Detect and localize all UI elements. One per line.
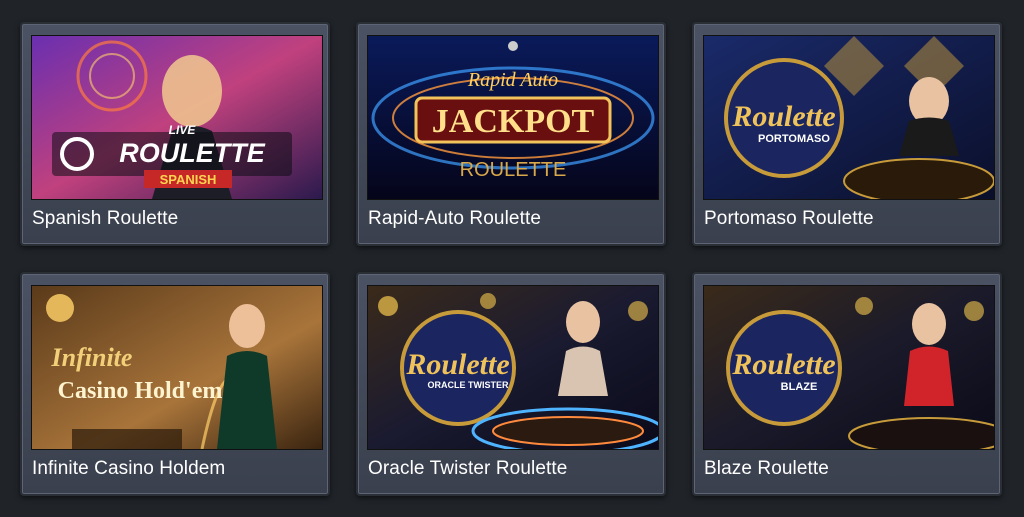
spanish-roulette-artwork: LIVE ROULETTE SPANISH xyxy=(32,36,322,199)
portomaso-roulette-artwork: Roulette PORTOMASO xyxy=(704,36,994,199)
art-line-1: Roulette xyxy=(731,348,835,381)
art-line-2: PORTOMASO xyxy=(758,133,830,145)
game-title[interactable]: Infinite Casino Holdem xyxy=(32,458,225,480)
blaze-roulette-artwork: Roulette BLAZE xyxy=(704,286,994,449)
game-thumbnail[interactable]: Roulette ORACLE TWISTER xyxy=(367,285,659,450)
rapid-auto-roulette-artwork: Rapid Auto JACKPOT ROULETTE xyxy=(368,36,658,199)
game-thumbnail[interactable]: Roulette BLAZE xyxy=(703,285,995,450)
art-line-3: ROULETTE xyxy=(460,159,567,181)
game-thumbnail[interactable]: Rapid Auto JACKPOT ROULETTE xyxy=(367,35,659,200)
game-title[interactable]: Spanish Roulette xyxy=(32,208,178,230)
infinite-casino-holdem-artwork: Infinite Casino Hold'em xyxy=(32,286,322,449)
art-line-2: JACKPOT xyxy=(432,103,595,140)
game-card-rapid-auto-roulette[interactable]: Rapid Auto JACKPOT ROULETTE Rapid-Auto R… xyxy=(356,22,666,246)
art-line-3: SPANISH xyxy=(160,172,217,187)
game-thumbnail[interactable]: Roulette PORTOMASO xyxy=(703,35,995,200)
game-card-infinite-casino-holdem[interactable]: Infinite Casino Hold'em Infinite Casino … xyxy=(20,272,330,496)
game-grid: LIVE ROULETTE SPANISH Spanish Roulette R xyxy=(0,0,1024,517)
art-line-1: Roulette xyxy=(405,348,509,381)
art-line-2: ROULETTE xyxy=(119,138,265,168)
art-line-1: Roulette xyxy=(731,100,835,133)
oracle-twister-roulette-artwork: Roulette ORACLE TWISTER xyxy=(368,286,658,449)
game-title[interactable]: Blaze Roulette xyxy=(704,458,829,480)
game-card-oracle-twister-roulette[interactable]: Roulette ORACLE TWISTER Oracle Twister R… xyxy=(356,272,666,496)
art-line-1: Infinite xyxy=(51,343,133,372)
game-card-spanish-roulette[interactable]: LIVE ROULETTE SPANISH Spanish Roulette xyxy=(20,22,330,246)
art-line-2: Casino Hold'em xyxy=(58,378,223,404)
art-line-1: Rapid Auto xyxy=(467,69,558,91)
art-line-1: LIVE xyxy=(169,123,197,137)
game-thumbnail[interactable]: Infinite Casino Hold'em xyxy=(31,285,323,450)
art-line-2: ORACLE TWISTER xyxy=(428,380,509,390)
game-thumbnail[interactable]: LIVE ROULETTE SPANISH xyxy=(31,35,323,200)
game-card-portomaso-roulette[interactable]: Roulette PORTOMASO Portomaso Roulette xyxy=(692,22,1002,246)
game-title[interactable]: Rapid-Auto Roulette xyxy=(368,208,541,230)
art-line-2: BLAZE xyxy=(781,381,818,393)
game-title[interactable]: Oracle Twister Roulette xyxy=(368,458,567,480)
game-title[interactable]: Portomaso Roulette xyxy=(704,208,874,230)
game-card-blaze-roulette[interactable]: Roulette BLAZE Blaze Roulette xyxy=(692,272,1002,496)
